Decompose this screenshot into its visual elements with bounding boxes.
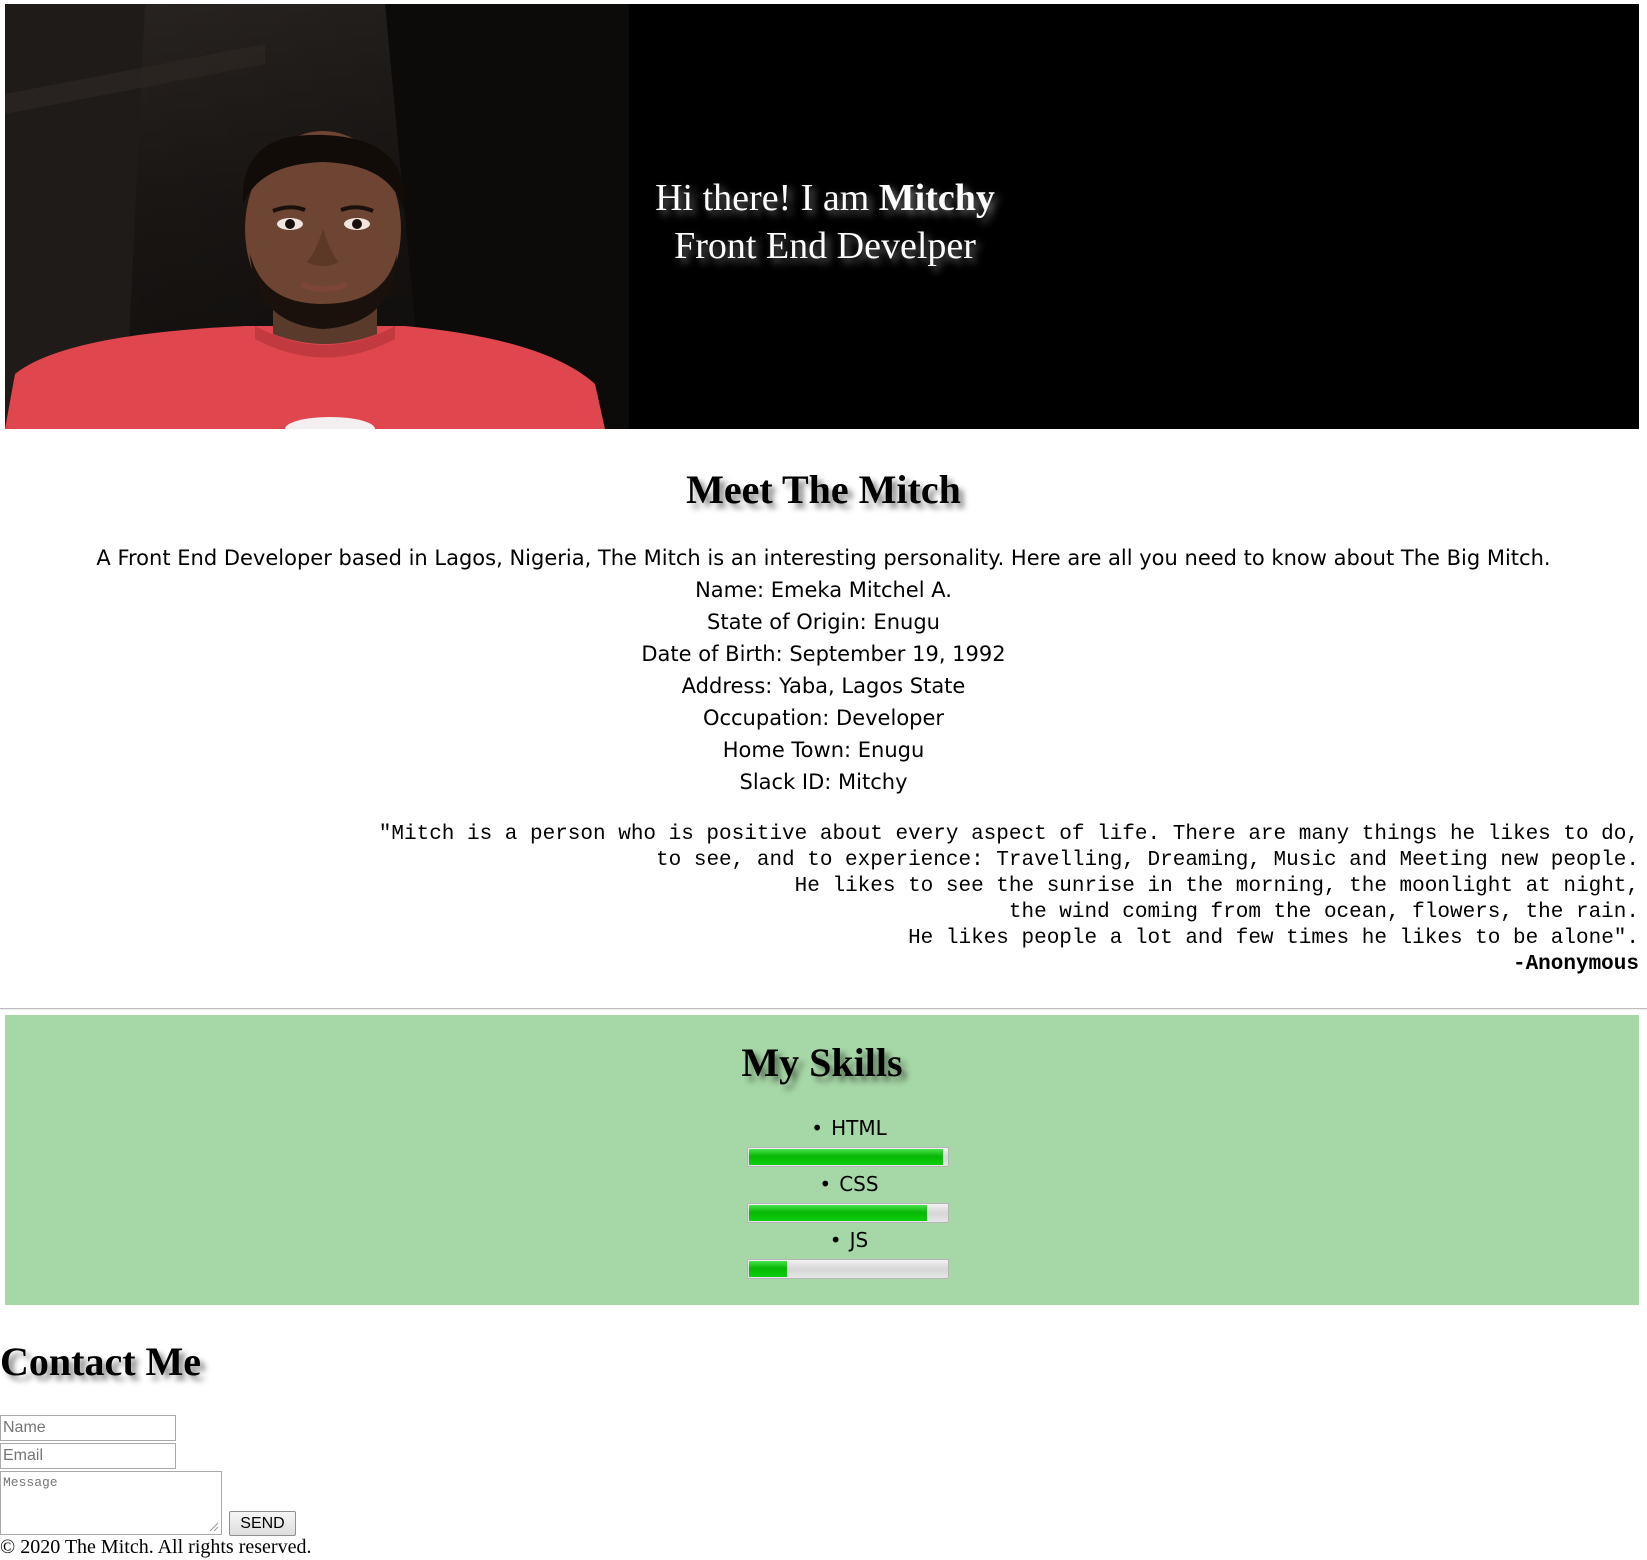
skill-progress-bar: [747, 1147, 949, 1167]
quote-author: -Anonymous: [1512, 953, 1639, 976]
fact-occupation: Occupation: Developer: [702, 706, 945, 730]
skill-html: HTML: [747, 1115, 951, 1167]
about-intro: A Front End Developer based in Lagos, Ni…: [96, 546, 1551, 570]
hero-greeting-line: Hi there! I am Mitchy: [629, 174, 1021, 222]
fact-name: Name: Emeka Mitchel A.: [695, 578, 952, 602]
quote-line: "Mitch is a person who is positive about…: [378, 823, 1639, 846]
message-textarea[interactable]: [0, 1471, 222, 1535]
email-input[interactable]: [0, 1443, 176, 1469]
fact-slack-id: Slack ID: Mitchy: [739, 770, 908, 794]
section-divider: [0, 1008, 1647, 1010]
fact-home-town: Home Town: Enugu: [722, 738, 925, 762]
name-input[interactable]: [0, 1415, 176, 1441]
quote-block: "Mitch is a person who is positive about…: [239, 822, 1639, 978]
hero-name: Mitchy: [878, 177, 995, 219]
skill-css: CSS: [747, 1171, 951, 1223]
quote-line: He likes people a lot and few times he l…: [908, 927, 1639, 950]
resize-grip-icon[interactable]: [207, 1520, 219, 1532]
hero-role: Front End Develper: [674, 225, 976, 267]
about-title: Meet The Mitch: [686, 467, 961, 512]
hero-heading: Hi there! I am Mitchy Front End Develper: [629, 174, 1021, 270]
fact-state-of-origin: State of Origin: Enugu: [707, 610, 940, 634]
skill-js: JS: [747, 1227, 951, 1279]
contact-title: Contact Me: [0, 1339, 202, 1384]
skills-section: My Skills HTML CSS JS: [5, 1015, 1639, 1305]
facts-list: Name: Emeka Mitchel A. State of Origin: …: [0, 574, 1647, 798]
skill-label: HTML: [747, 1115, 951, 1141]
skill-label: JS: [747, 1227, 951, 1253]
skill-progress-fill: [749, 1205, 927, 1221]
footer-copyright: © 2020 The Mitch. All rights reserved.: [0, 1536, 312, 1558]
skill-progress-bar: [747, 1259, 949, 1279]
portrait-photo: [5, 4, 629, 429]
portrait-illustration: [5, 4, 629, 429]
hero-banner: Hi there! I am Mitchy Front End Develper: [5, 4, 1639, 429]
quote-line: the wind coming from the ocean, flowers,…: [1008, 901, 1639, 924]
send-button[interactable]: SEND: [229, 1511, 296, 1536]
fact-date-of-birth: Date of Birth: September 19, 1992: [641, 642, 1006, 666]
skills-title: My Skills: [741, 1040, 903, 1085]
skill-progress-bar: [747, 1203, 949, 1223]
skill-label: CSS: [747, 1171, 951, 1197]
skill-progress-fill: [749, 1261, 787, 1277]
fact-address: Address: Yaba, Lagos State: [681, 674, 966, 698]
skill-progress-fill: [749, 1149, 943, 1165]
quote-line: He likes to see the sunrise in the morni…: [794, 875, 1639, 898]
hero-greeting: Hi there! I am: [655, 177, 870, 219]
quote-line: to see, and to experience: Travelling, D…: [656, 849, 1639, 872]
